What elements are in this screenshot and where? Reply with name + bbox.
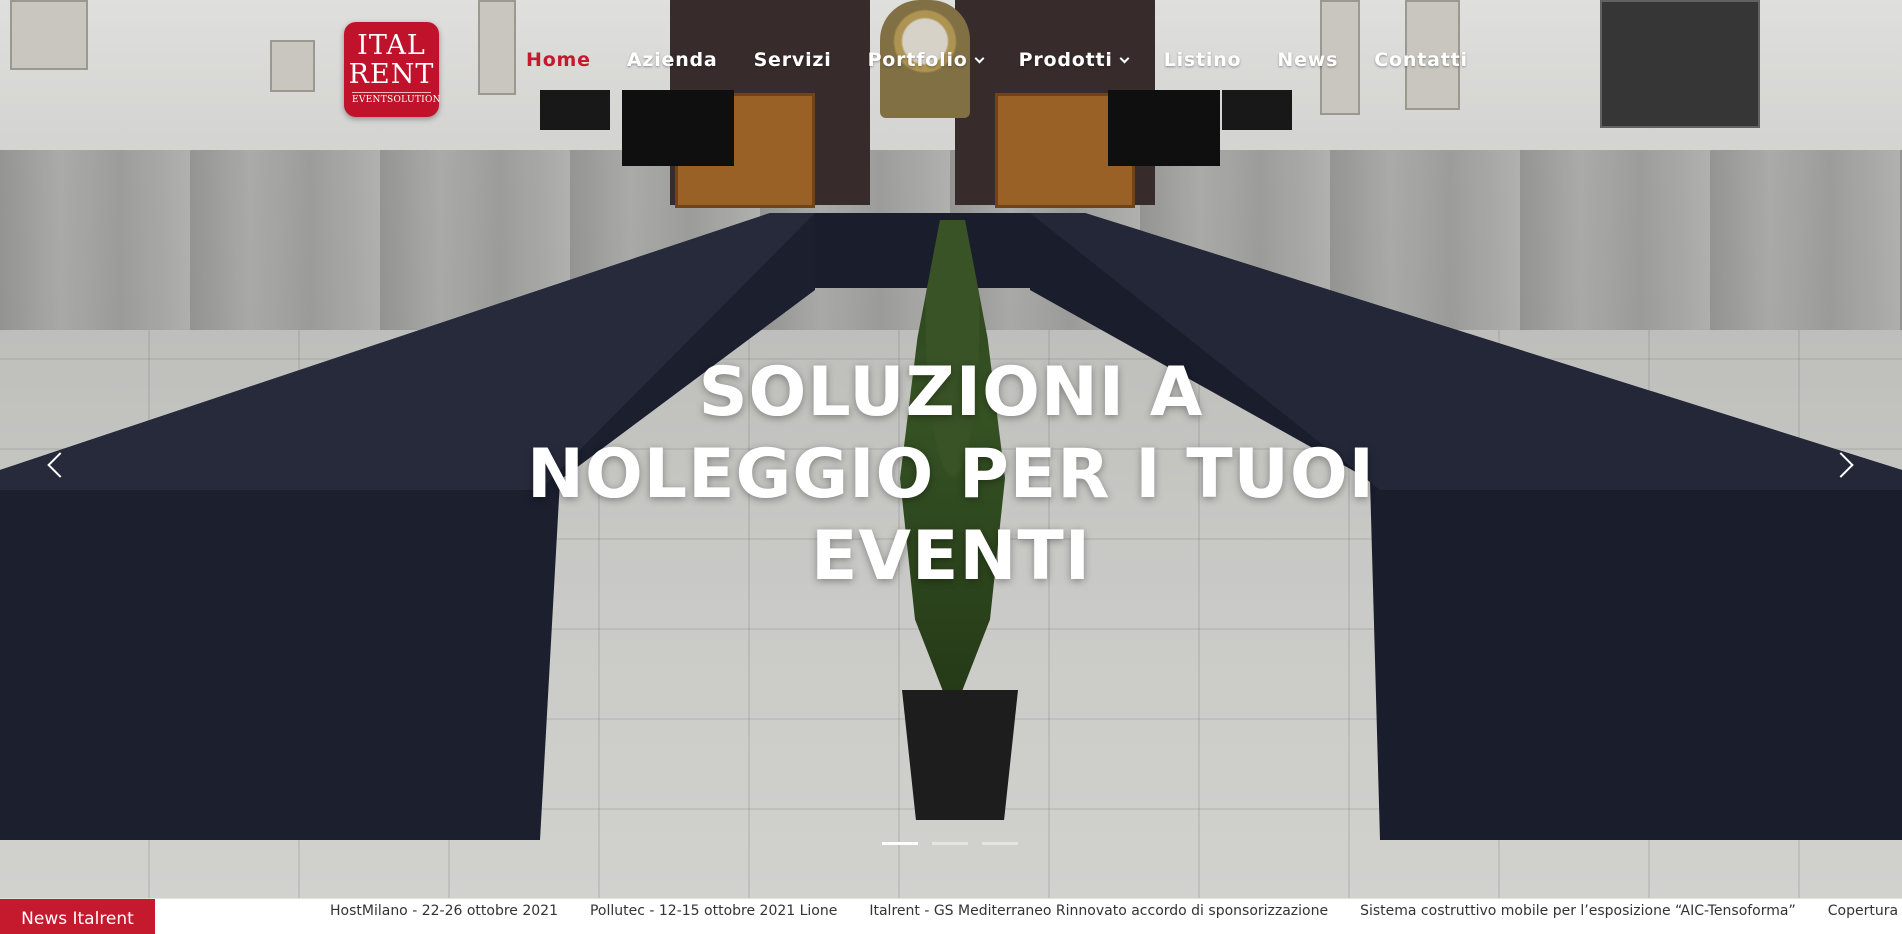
nav-home[interactable]: Home bbox=[526, 49, 591, 71]
slider-prev-arrow-icon[interactable] bbox=[45, 452, 71, 478]
nav-azienda[interactable]: Azienda bbox=[627, 49, 718, 71]
chevron-down-icon bbox=[1119, 53, 1130, 63]
brand-logo[interactable]: ITAL RENT EVENTSOLUTION bbox=[344, 22, 441, 117]
nav-portfolio-label: Portfolio bbox=[867, 49, 968, 71]
nav-servizi[interactable]: Servizi bbox=[754, 49, 832, 71]
news-ticker: News Italrent HostMilano - 22-26 ottobre… bbox=[0, 898, 1902, 934]
nav-news[interactable]: News bbox=[1277, 49, 1338, 71]
news-ticker-items: HostMilano - 22-26 ottobre 2021 Pollutec… bbox=[330, 899, 1902, 934]
slider-dot-2[interactable] bbox=[932, 842, 968, 845]
logo-text-rent: RENT bbox=[348, 59, 435, 90]
logo-text-ital: ITAL bbox=[357, 30, 426, 61]
logo-tagline: EVENTSOLUTION bbox=[352, 92, 441, 105]
chevron-down-icon bbox=[974, 53, 985, 63]
news-item[interactable]: Italrent - GS Mediterraneo Rinnovato acc… bbox=[869, 899, 1328, 934]
nav-prodotti[interactable]: Prodotti bbox=[1018, 49, 1130, 71]
slider-dot-1[interactable] bbox=[882, 842, 918, 845]
nav-listino[interactable]: Listino bbox=[1164, 49, 1242, 71]
slider-dot-3[interactable] bbox=[982, 842, 1018, 845]
hero-headline-line3: EVENTI bbox=[810, 517, 1092, 596]
hero-headline-line1: SOLUZIONI A bbox=[698, 353, 1204, 432]
news-item[interactable]: Copertura de bbox=[1828, 899, 1902, 934]
slider-next-arrow-icon[interactable] bbox=[1830, 452, 1856, 478]
nav-contatti[interactable]: Contatti bbox=[1374, 49, 1468, 71]
nav-prodotti-label: Prodotti bbox=[1018, 49, 1113, 71]
news-item[interactable]: Sistema costruttivo mobile per l’esposiz… bbox=[1360, 899, 1796, 934]
nav-portfolio[interactable]: Portfolio bbox=[867, 49, 985, 71]
main-navigation: Home Azienda Servizi Portfolio Prodotti … bbox=[526, 47, 1504, 73]
hero-headline-line2: NOLEGGIO PER I TUOI bbox=[527, 435, 1375, 514]
news-ticker-label: News Italrent bbox=[0, 899, 155, 934]
slider-pagination bbox=[882, 842, 1032, 845]
news-item[interactable]: HostMilano - 22-26 ottobre 2021 bbox=[330, 899, 558, 934]
hero-headline: SOLUZIONI A NOLEGGIO PER I TUOI EVENTI bbox=[520, 352, 1382, 598]
news-item[interactable]: Pollutec - 12-15 ottobre 2021 Lione bbox=[590, 899, 837, 934]
